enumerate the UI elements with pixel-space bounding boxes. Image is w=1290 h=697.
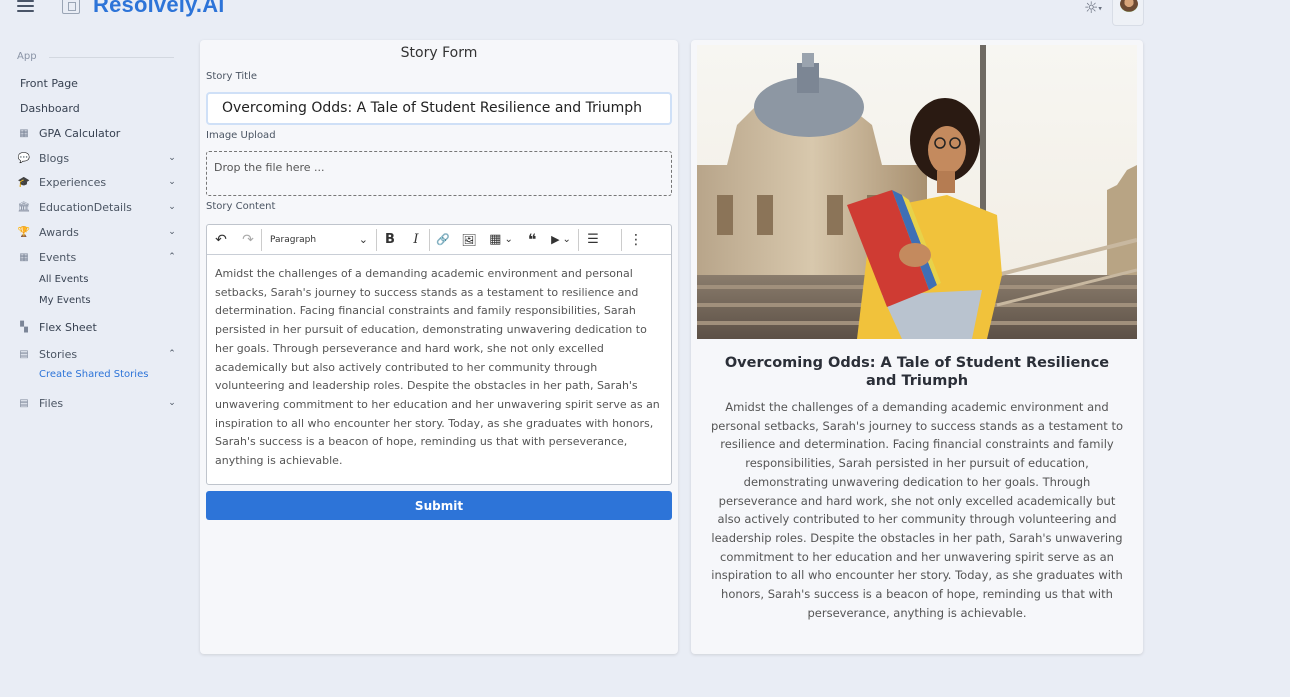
trophy-icon: 🏆 — [17, 226, 31, 238]
editor-content[interactable]: Amidst the challenges of a demanding aca… — [207, 257, 671, 479]
sidebar-item-label: Flex Sheet — [39, 320, 97, 334]
sidebar-subitem-create-shared-stories[interactable]: Create Shared Stories — [39, 369, 148, 380]
sidebar-item-blogs[interactable]: 💬 Blogs ⌄ — [17, 149, 177, 167]
sidebar-item-flex-sheet[interactable]: ▚ Flex Sheet — [17, 318, 177, 336]
redo-icon[interactable]: ↷ — [235, 225, 261, 255]
rich-text-editor[interactable]: ↶ ↷ Paragraph ⌄ B I 🔗 🖼 ▦ ⌄ ❝ ▶ ⌄ ☰ ⋮ Am… — [206, 224, 672, 485]
hamburger-icon[interactable] — [17, 0, 34, 12]
top-bar: Resolvely.Ai ☼▾ — [0, 0, 1290, 26]
sidebar-subitem-all-events[interactable]: All Events — [39, 274, 88, 285]
paragraph-style-select[interactable]: Paragraph ⌄ — [262, 225, 376, 255]
building-icon: 🏛 — [17, 201, 31, 213]
bulleted-list-icon[interactable]: ☰ — [579, 225, 607, 255]
sidebar-item-files[interactable]: ▤ Files ⌄ — [17, 394, 177, 412]
theme-toggle[interactable]: ☼▾ — [1084, 0, 1102, 17]
chevron-up-icon[interactable]: ⌃ — [167, 349, 177, 359]
sidebar-item-label: Dashboard — [20, 101, 80, 115]
story-image — [697, 45, 1137, 339]
story-title-input[interactable]: Overcoming Odds: A Tale of Student Resil… — [206, 92, 672, 125]
table-icon: ▦ — [489, 232, 502, 247]
blockquote-icon[interactable]: ❝ — [520, 225, 544, 255]
chevron-down-icon: ⌄ — [504, 234, 513, 245]
sidebar-item-events[interactable]: ▦ Events ⌃ — [17, 248, 177, 266]
more-options-icon[interactable]: ⋮ — [622, 225, 650, 255]
undo-icon[interactable]: ↶ — [207, 225, 235, 255]
chevron-down-icon[interactable]: ⌄ — [167, 153, 177, 163]
sidebar-item-awards[interactable]: 🏆 Awards ⌄ — [17, 223, 177, 241]
sidebar-item-experiences[interactable]: 🎓 Experiences ⌄ — [17, 173, 177, 191]
chevron-up-icon[interactable]: ⌃ — [167, 252, 177, 262]
chevron-down-icon[interactable]: ⌄ — [167, 177, 177, 187]
sidebar-subitem-my-events[interactable]: My Events — [39, 295, 91, 306]
calculator-icon: ▦ — [19, 127, 29, 139]
story-photo — [697, 45, 1137, 339]
chat-icon: 💬 — [17, 152, 31, 164]
image-icon[interactable]: 🖼 — [456, 225, 482, 255]
chevron-down-icon[interactable]: ⌄ — [167, 227, 177, 237]
link-icon[interactable]: 🔗 — [430, 225, 456, 255]
submit-button[interactable]: Submit — [206, 491, 672, 520]
chevron-down-icon[interactable]: ⌄ — [167, 398, 177, 408]
book-icon — [62, 0, 80, 14]
image-upload-label: Image Upload — [206, 130, 276, 141]
form-title: Story Form — [400, 45, 478, 61]
sidebar-item-education-details[interactable]: 🏛 EducationDetails ⌄ — [17, 198, 177, 216]
brand-name[interactable]: Resolvely.Ai — [93, 0, 225, 18]
italic-button[interactable]: I — [403, 225, 429, 255]
table-icon: ▤ — [19, 348, 29, 360]
sidebar-item-label: Awards — [39, 225, 79, 239]
sidebar-item-label: Files — [39, 396, 64, 410]
sidebar-item-label: Blogs — [39, 151, 70, 165]
sidebar-item-stories[interactable]: ▤ Stories ⌃ — [17, 345, 177, 363]
chevron-down-icon: ⌄ — [562, 234, 571, 245]
preview-body: Amidst the challenges of a demanding aca… — [710, 400, 1124, 620]
media-icon: ▶ — [551, 233, 560, 246]
avatar[interactable] — [1120, 0, 1138, 12]
story-form-card: Story Form Story Title Overcoming Odds: … — [200, 40, 678, 654]
chevron-down-icon: ▾ — [1098, 4, 1102, 13]
preview-title: Overcoming Odds: A Tale of Student Resil… — [724, 355, 1110, 389]
divider — [49, 57, 174, 58]
table-icon: ▤ — [19, 397, 29, 409]
paragraph-style-label: Paragraph — [270, 234, 317, 245]
sidebar-item-label: EducationDetails — [39, 200, 132, 214]
story-title-value: Overcoming Odds: A Tale of Student Resil… — [222, 100, 643, 116]
sheet-icon: ▚ — [20, 321, 28, 333]
story-content-label: Story Content — [206, 201, 276, 212]
table-insert-button[interactable]: ▦ ⌄ — [482, 225, 520, 255]
sidebar-item-label: Events — [39, 250, 77, 264]
sidebar-item-front-page[interactable]: Front Page — [17, 74, 177, 92]
media-embed-button[interactable]: ▶ ⌄ — [544, 225, 578, 255]
story-title-label: Story Title — [206, 71, 258, 82]
sidebar-item-gpa-calculator[interactable]: ▦ GPA Calculator — [17, 124, 177, 142]
sidebar-item-label: Experiences — [39, 175, 107, 189]
story-preview-card: Overcoming Odds: A Tale of Student Resil… — [691, 40, 1143, 654]
sun-icon: ☼ — [1084, 0, 1099, 17]
chevron-down-icon[interactable]: ⌄ — [167, 202, 177, 212]
chevron-down-icon: ⌄ — [358, 233, 368, 246]
sidebar-item-dashboard[interactable]: Dashboard — [17, 99, 177, 117]
sidebar-item-label: GPA Calculator — [39, 126, 121, 140]
calendar-icon: ▦ — [19, 251, 29, 263]
sidebar-item-label: Stories — [39, 347, 78, 361]
user-menu[interactable] — [1112, 0, 1144, 26]
editor-toolbar: ↶ ↷ Paragraph ⌄ B I 🔗 🖼 ▦ ⌄ ❝ ▶ ⌄ ☰ ⋮ — [207, 225, 671, 255]
graduation-cap-icon: 🎓 — [17, 176, 31, 188]
sidebar-item-label: Front Page — [20, 76, 78, 90]
sidebar-section-app: App — [17, 51, 37, 62]
image-dropzone[interactable]: Drop the file here ... — [206, 151, 672, 196]
bold-button[interactable]: B — [377, 225, 403, 255]
